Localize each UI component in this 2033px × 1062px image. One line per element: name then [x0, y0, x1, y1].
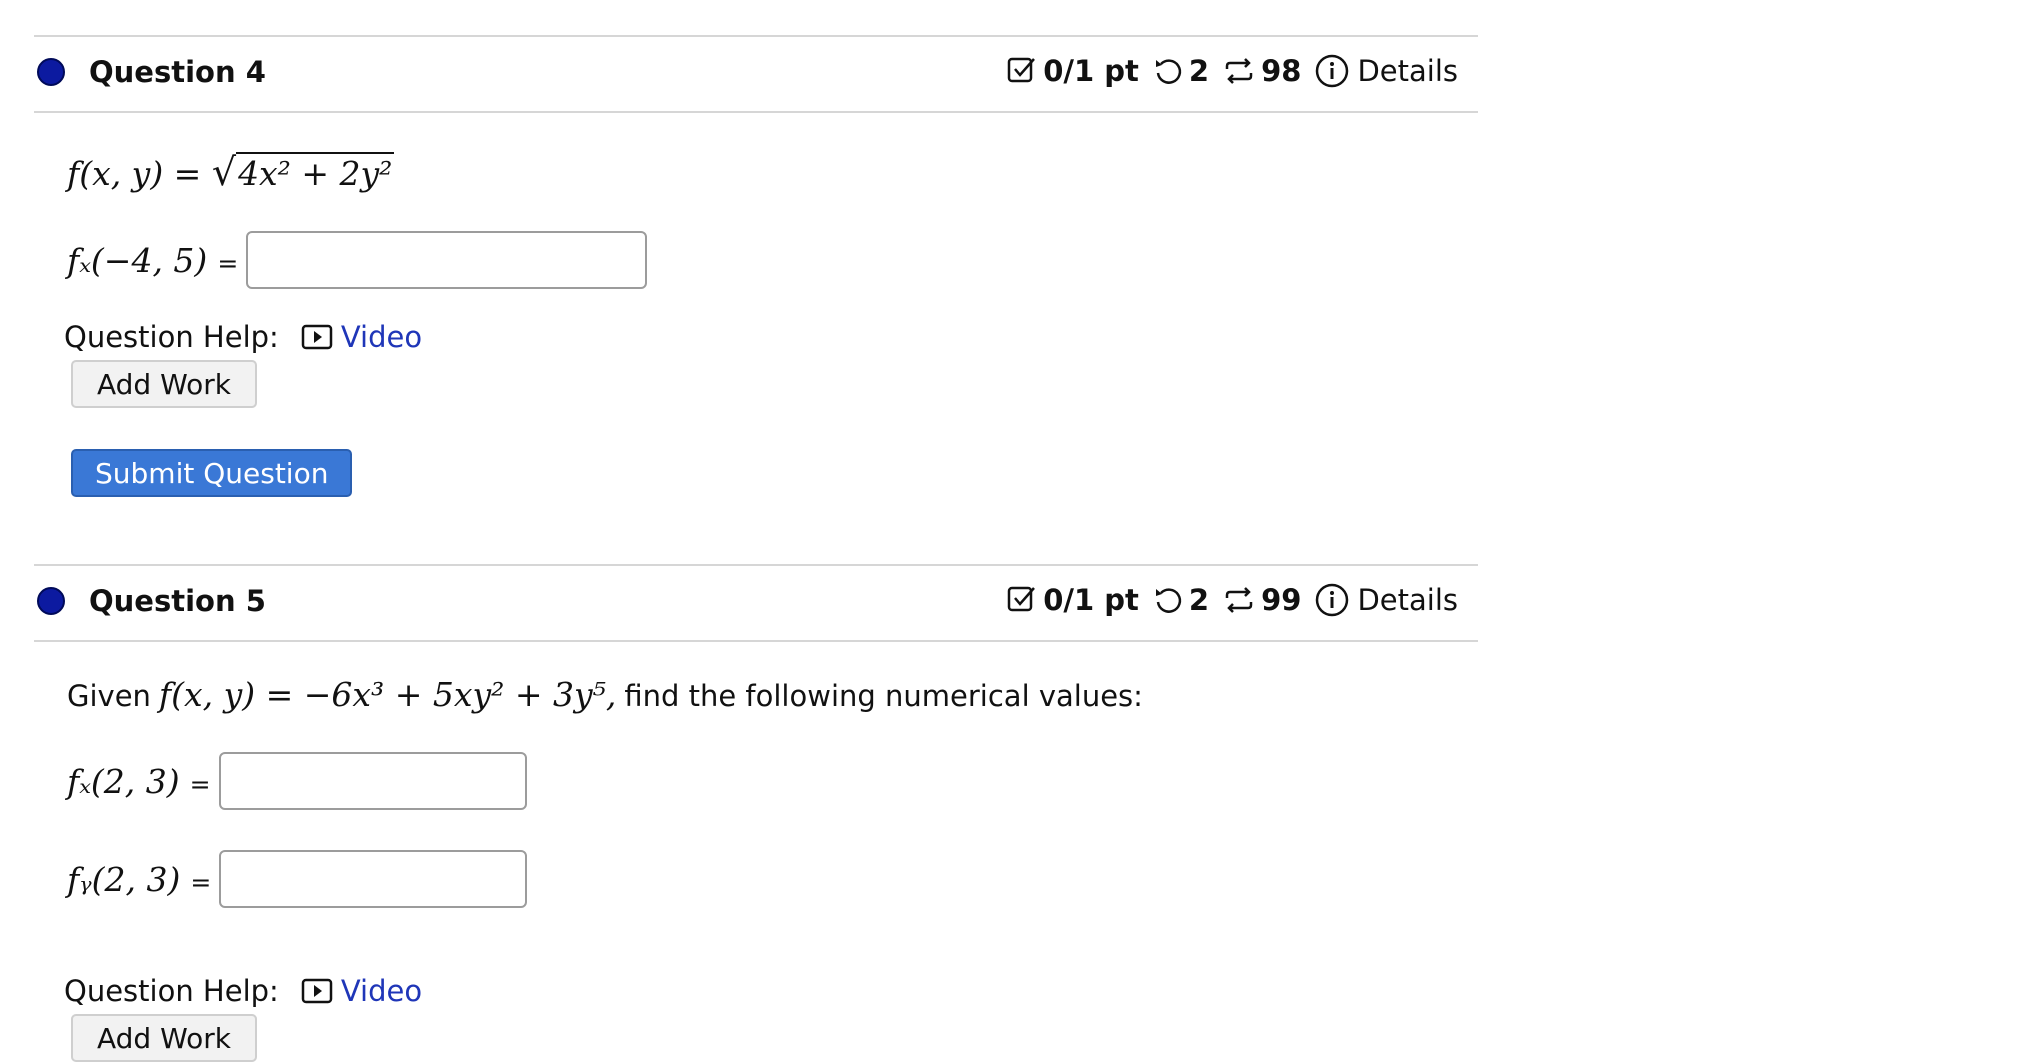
status-dot-icon	[37, 58, 65, 86]
retries: 2	[1153, 583, 1209, 617]
details-label: Details	[1357, 54, 1458, 88]
answer-label: fᵧ(2, 3) =	[67, 860, 219, 899]
attempts-icon	[1225, 58, 1253, 84]
retry-icon	[1155, 588, 1182, 613]
video-link[interactable]: Video	[301, 320, 422, 354]
attempts: 99	[1223, 583, 1301, 617]
checkbox-icon	[1007, 586, 1036, 612]
video-play-icon	[301, 978, 333, 1004]
retry-icon	[1155, 59, 1182, 84]
attempts-value: 98	[1261, 54, 1302, 88]
answer-label-text: fᵧ(2, 3)	[67, 859, 181, 899]
given-suffix: find the following numerical values:	[624, 679, 1143, 713]
question-4-meta: 0/1 pt 2 98 Details	[993, 54, 1458, 88]
question-4-help: Question Help: Video	[64, 320, 422, 354]
attempts: 98	[1223, 54, 1301, 88]
answer-label: fₓ(2, 3) =	[67, 762, 219, 801]
question-help-label: Question Help:	[64, 974, 279, 1008]
score-value: 0/1 pt	[1043, 583, 1139, 617]
question-4-answer-row: fₓ(−4, 5) =	[67, 231, 648, 289]
attempts-icon	[1225, 587, 1253, 613]
answer-label: fₓ(−4, 5) =	[67, 241, 246, 280]
question-5-header: Question 5 0/1 pt 2 99 Details	[34, 564, 1478, 642]
answer-label-text: fₓ(−4, 5)	[67, 240, 208, 280]
details-button[interactable]: Details	[1315, 583, 1458, 617]
video-play-icon	[301, 324, 333, 350]
question-5-answer-row-2: fᵧ(2, 3) =	[67, 850, 528, 908]
add-work-button[interactable]: Add Work	[71, 1014, 258, 1062]
function-lhs: f(x, y) =	[67, 154, 202, 193]
retries-value: 2	[1188, 583, 1210, 617]
question-4-title-text: Question 4	[89, 55, 266, 89]
question-4-function: f(x, y) = √4x² + 2y²	[67, 150, 395, 194]
details-label: Details	[1357, 583, 1458, 617]
question-4-header: Question 4 0/1 pt 2 98 Details	[34, 35, 1478, 113]
retries: 2	[1153, 54, 1209, 88]
add-work-button[interactable]: Add Work	[71, 360, 258, 408]
question-5-prompt: Given f(x, y) = −6x³ + 5xy² + 3y⁵, find …	[67, 675, 1143, 714]
retries-value: 2	[1188, 54, 1210, 88]
question-5-meta: 0/1 pt 2 99 Details	[993, 583, 1458, 617]
question-5-title: Question 5	[37, 584, 266, 618]
info-icon	[1316, 583, 1349, 617]
score-value: 0/1 pt	[1043, 54, 1139, 88]
equals-sign: =	[217, 248, 239, 278]
question-5: Question 5 0/1 pt 2 99 Details	[34, 564, 1478, 642]
video-label: Video	[340, 974, 423, 1008]
score: 0/1 pt	[1007, 54, 1139, 88]
details-button[interactable]: Details	[1315, 54, 1458, 88]
question-4: Question 4 0/1 pt 2 98 Details	[34, 35, 1478, 113]
question-5-answer-row-1: fₓ(2, 3) =	[67, 752, 527, 810]
question-4-title: Question 4	[37, 55, 266, 89]
given-expression: f(x, y) = −6x³ + 5xy² + 3y⁵,	[158, 675, 617, 714]
equals-sign: =	[189, 769, 211, 799]
video-link[interactable]: Video	[301, 974, 422, 1008]
sqrt-icon: √	[211, 150, 237, 194]
info-icon	[1316, 54, 1349, 88]
answer-input-fy[interactable]	[219, 850, 528, 908]
status-dot-icon	[37, 587, 65, 615]
function-radicand: 4x² + 2y²	[236, 152, 395, 193]
submit-question-button[interactable]: Submit Question	[71, 449, 353, 497]
checkbox-icon	[1007, 57, 1036, 83]
page: Question 4 0/1 pt 2 98 Details f(x, y) =…	[0, 0, 2033, 1062]
question-5-help: Question Help: Video	[64, 974, 422, 1008]
answer-input-fx[interactable]	[218, 752, 527, 810]
score: 0/1 pt	[1007, 583, 1139, 617]
question-help-label: Question Help:	[64, 320, 279, 354]
equals-sign: =	[190, 867, 212, 897]
given-prefix: Given	[67, 679, 151, 713]
video-label: Video	[340, 320, 423, 354]
answer-label-text: fₓ(2, 3)	[67, 761, 180, 801]
question-5-title-text: Question 5	[89, 584, 266, 618]
attempts-value: 99	[1261, 583, 1302, 617]
answer-input-fx[interactable]	[246, 231, 648, 289]
